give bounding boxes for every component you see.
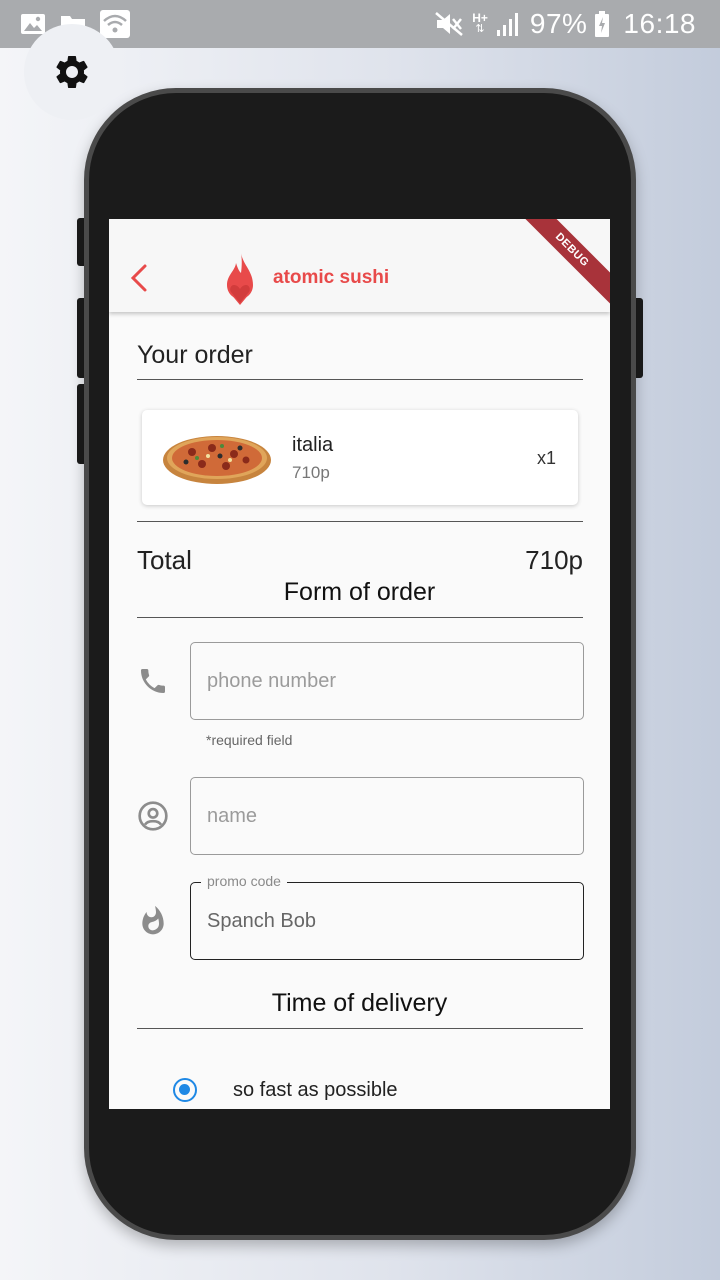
settings-button[interactable] <box>24 24 120 120</box>
flame-icon <box>142 905 164 935</box>
back-arrow-icon[interactable] <box>127 263 151 293</box>
clock: 16:18 <box>623 8 696 39</box>
delivery-option-radio[interactable] <box>173 1078 197 1102</box>
signal-icon <box>496 13 518 36</box>
item-quantity: x1 <box>536 448 556 468</box>
form-of-order-title: Form of order <box>283 578 436 606</box>
phone-helper-text: *required field <box>206 732 293 748</box>
delivery-option-label[interactable]: so fast as possible <box>233 1079 398 1102</box>
name-input[interactable] <box>207 778 567 854</box>
app-screen: atomic sushi DEBUG Your order italia 710… <box>109 219 610 1109</box>
time-of-delivery-title: Time of delivery <box>271 989 448 1017</box>
flame-heart-logo-icon <box>227 253 253 305</box>
phone-icon <box>141 669 165 693</box>
brand-name: atomic sushi <box>273 267 390 288</box>
divider <box>137 521 583 522</box>
total-value: 710p <box>525 545 583 575</box>
item-price: 710p <box>292 463 330 482</box>
item-name: italia <box>292 434 334 456</box>
account-circle-icon <box>138 801 168 831</box>
order-item-card[interactable]: italia 710p x1 <box>142 410 578 505</box>
wifi-icon <box>100 10 130 38</box>
divider <box>137 617 583 618</box>
network-h-plus-icon: H+ ⇅ <box>472 12 488 35</box>
radio-selected-dot <box>179 1084 190 1095</box>
divider <box>137 1028 583 1029</box>
status-bar-right: H+ ⇅ 97% 16:18 <box>434 8 696 40</box>
promo-code-field[interactable]: promo code <box>190 873 584 960</box>
app-bar: atomic sushi <box>109 219 610 312</box>
name-field[interactable] <box>190 777 584 855</box>
phone-input[interactable] <box>207 643 567 719</box>
mute-icon <box>435 12 463 36</box>
image-icon <box>21 14 45 34</box>
promo-code-input[interactable] <box>207 883 567 959</box>
gear-icon <box>56 56 88 88</box>
total-label: Total <box>137 545 192 575</box>
your-order-title: Your order <box>137 341 253 369</box>
pizza-image <box>163 436 271 484</box>
battery-percentage: 97% <box>529 8 588 39</box>
divider <box>137 379 583 380</box>
battery-charging-icon <box>595 11 610 37</box>
data-arrows-icon: ⇅ <box>475 23 485 35</box>
phone-field[interactable] <box>190 642 584 720</box>
